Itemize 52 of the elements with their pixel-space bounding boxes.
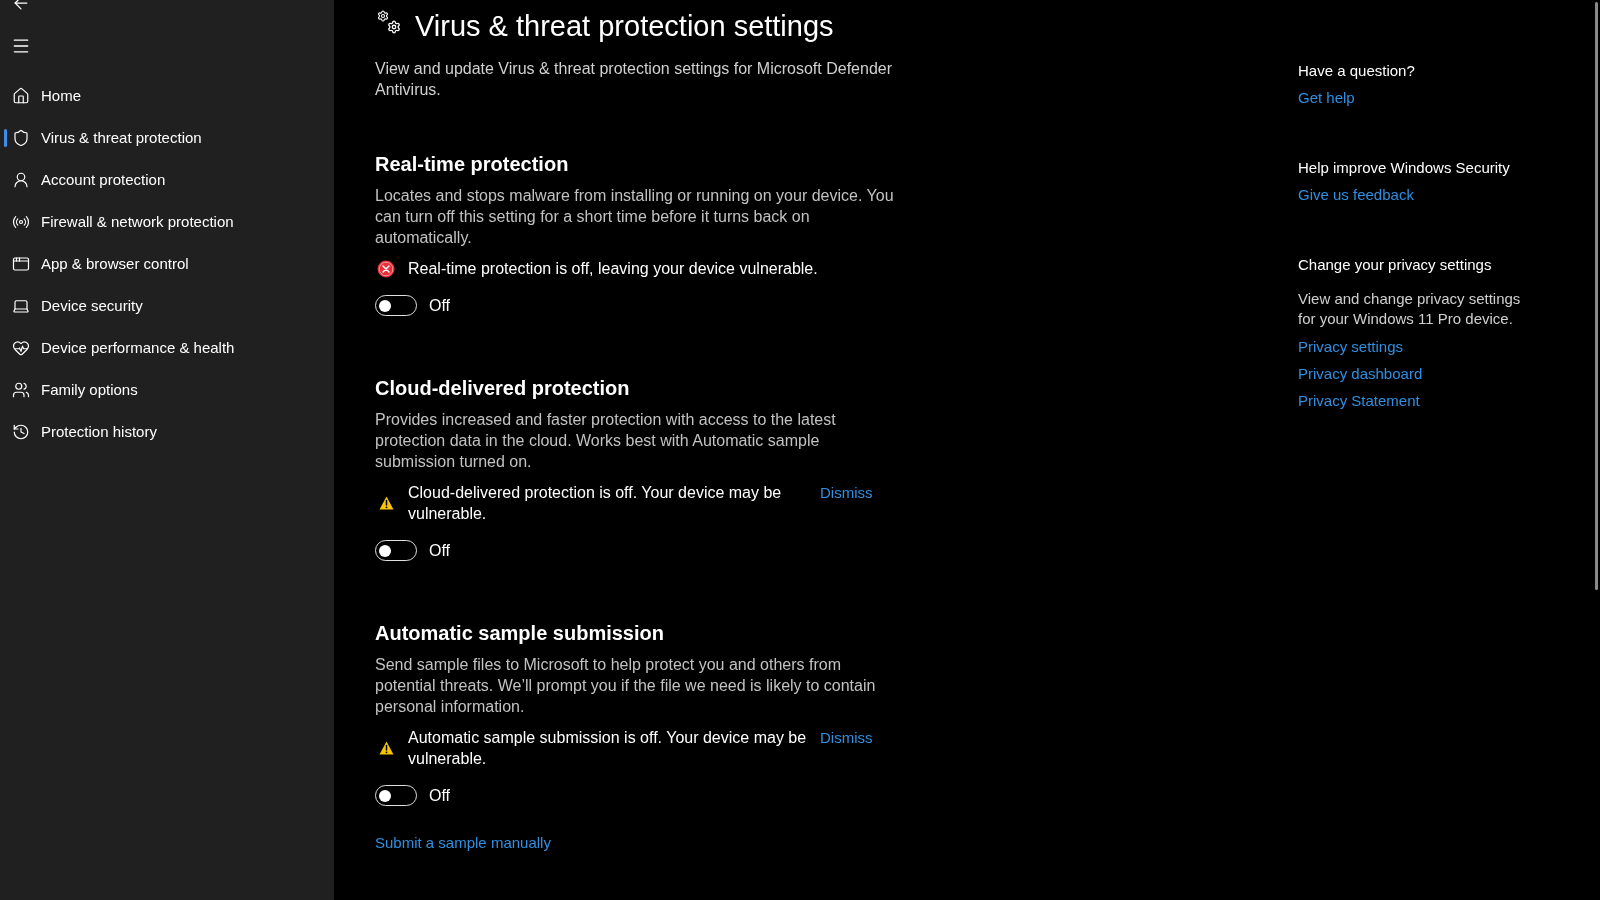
section-description: Locates and stops malware from installing or running on your device. You can turn off this setting for a short time before it turns back on automatically. (375, 186, 895, 248)
section-heading: Automatic sample submission (375, 621, 665, 646)
section-description: Provides increased and faster protection with access to the latest protection data in the cloud. Works best with Automatic sample submission turned on. (375, 410, 837, 472)
sidebar-item[interactable]: Home (0, 75, 334, 117)
error-icon (377, 259, 395, 278)
window-icon (12, 255, 30, 273)
section-heading: Real-time protection (375, 152, 570, 177)
sidebar-item[interactable]: Family options (0, 369, 334, 411)
toggle-label: Off (429, 541, 451, 561)
antenna-icon (12, 213, 30, 231)
help-link[interactable]: Privacy dashboard (1298, 363, 1423, 385)
scrollbar-thumb[interactable] (1595, 2, 1598, 590)
status-message: Real-time protection is off, leaving your device vulnerable. (408, 259, 819, 279)
warning-icon (378, 496, 394, 510)
sidebar-item[interactable]: Device performance & health (0, 327, 334, 369)
sidebar-item[interactable]: Protection history (0, 411, 334, 453)
history-icon (12, 423, 30, 441)
page-description: View and update Virus & threat protection settings for Microsoft Defender Antivirus. (375, 59, 894, 100)
toggle-thumb (379, 789, 391, 802)
sidebar-item[interactable]: Device security (0, 285, 334, 327)
sidebar-item[interactable]: Account protection (0, 159, 334, 201)
people-icon (12, 381, 30, 399)
help-heading: Have a question? (1298, 61, 1415, 81)
sidebar-item[interactable]: Firewall & network protection (0, 201, 334, 243)
help-link[interactable]: Privacy settings (1298, 336, 1404, 358)
help-description: View and change privacy settings for your Windows 11 Pro device. (1298, 289, 1522, 329)
help-heading: Help improve Windows Security (1298, 158, 1510, 178)
warning-icon (378, 741, 394, 755)
toggle-label: Off (429, 296, 451, 316)
status-message: Cloud-delivered protection is off. Your device may be vulnerable. (408, 483, 783, 524)
toggle-thumb (379, 544, 391, 557)
laptop-icon (12, 297, 30, 315)
section-heading: Cloud-delivered protection (375, 376, 631, 401)
shield-icon (12, 129, 30, 147)
toggle-thumb (379, 299, 391, 312)
page-title: Virus & threat protection settings (415, 9, 834, 44)
heart-pulse-icon (12, 339, 30, 357)
person-icon (12, 171, 30, 189)
help-heading: Change your privacy settings (1298, 255, 1492, 275)
submit-sample-link[interactable]: Submit a sample manually (375, 832, 551, 853)
help-link[interactable]: Get help (1298, 87, 1355, 109)
sidebar-item[interactable]: Virus & threat protection (0, 117, 334, 159)
dismiss-link[interactable]: Dismiss (820, 482, 873, 503)
home-icon (12, 87, 30, 105)
sidebar-item[interactable]: App & browser control (0, 243, 334, 285)
help-link[interactable]: Privacy Statement (1298, 390, 1420, 412)
status-message: Automatic sample submission is off. Your device may be vulnerable. (408, 728, 808, 769)
dismiss-link[interactable]: Dismiss (820, 727, 873, 748)
section-description: Send sample files to Microsoft to help protect you and others from potential threats. We’ll prompt you if the file we need is likely to contain personal information. (375, 655, 877, 717)
gears-icon (377, 10, 401, 34)
help-link[interactable]: Give us feedback (1298, 184, 1414, 206)
toggle-label: Off (429, 786, 451, 806)
